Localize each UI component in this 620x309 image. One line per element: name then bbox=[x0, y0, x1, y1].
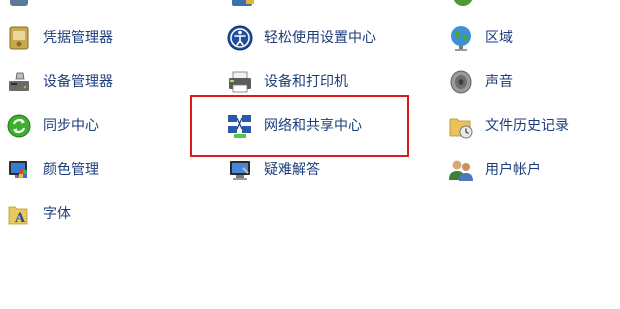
speaker-icon bbox=[446, 67, 476, 97]
item-label[interactable]: 颜色管理 bbox=[43, 160, 99, 180]
partial-item-icon-right bbox=[450, 0, 476, 12]
partial-item-icon-left bbox=[8, 0, 30, 12]
item-label[interactable]: 声音 bbox=[485, 72, 513, 92]
item-sync-center[interactable]: 同步中心 bbox=[4, 109, 99, 143]
item-user-accounts[interactable]: 用户帐户 bbox=[446, 153, 541, 187]
item-label[interactable]: 用户帐户 bbox=[485, 160, 541, 180]
user-accounts-icon bbox=[446, 155, 476, 185]
item-label[interactable]: 文件历史记录 bbox=[485, 116, 569, 136]
svg-text:A: A bbox=[14, 211, 26, 226]
highlight-box bbox=[190, 95, 409, 157]
item-label[interactable]: 区域 bbox=[485, 28, 513, 48]
item-devices-printers[interactable]: 设备和打印机 bbox=[225, 65, 348, 99]
item-ease-of-access[interactable]: 轻松使用设置中心 bbox=[225, 21, 376, 55]
item-region[interactable]: 区域 bbox=[446, 21, 513, 55]
control-panel-items: 凭据管理器 轻松使用设置中心 区域 设备管理器 设备和打印机 声音 同步中心 网… bbox=[0, 0, 620, 309]
partial-item-icon-middle bbox=[230, 0, 256, 12]
item-file-history[interactable]: 文件历史记录 bbox=[446, 109, 569, 143]
item-label[interactable]: 轻松使用设置中心 bbox=[264, 28, 376, 48]
item-troubleshooting[interactable]: 疑难解答 bbox=[225, 153, 320, 187]
sync-icon bbox=[4, 111, 34, 141]
item-sound[interactable]: 声音 bbox=[446, 65, 513, 99]
item-label[interactable]: 字体 bbox=[43, 204, 71, 224]
item-label[interactable]: 设备管理器 bbox=[43, 72, 113, 92]
item-label[interactable]: 凭据管理器 bbox=[43, 28, 113, 48]
item-device-manager[interactable]: 设备管理器 bbox=[4, 65, 113, 99]
printer-icon bbox=[225, 67, 255, 97]
file-history-icon bbox=[446, 111, 476, 141]
device-manager-icon bbox=[4, 67, 34, 97]
item-color-management[interactable]: 颜色管理 bbox=[4, 153, 99, 187]
item-label[interactable]: 同步中心 bbox=[43, 116, 99, 136]
font-folder-icon: A bbox=[4, 199, 34, 229]
item-credential-manager[interactable]: 凭据管理器 bbox=[4, 21, 113, 55]
ease-of-access-icon bbox=[225, 23, 255, 53]
troubleshooting-icon bbox=[225, 155, 255, 185]
color-management-icon bbox=[4, 155, 34, 185]
item-label[interactable]: 疑难解答 bbox=[264, 160, 320, 180]
credential-manager-icon bbox=[4, 23, 34, 53]
item-label[interactable]: 设备和打印机 bbox=[264, 72, 348, 92]
region-globe-icon bbox=[446, 23, 476, 53]
item-fonts[interactable]: A 字体 bbox=[4, 197, 71, 231]
